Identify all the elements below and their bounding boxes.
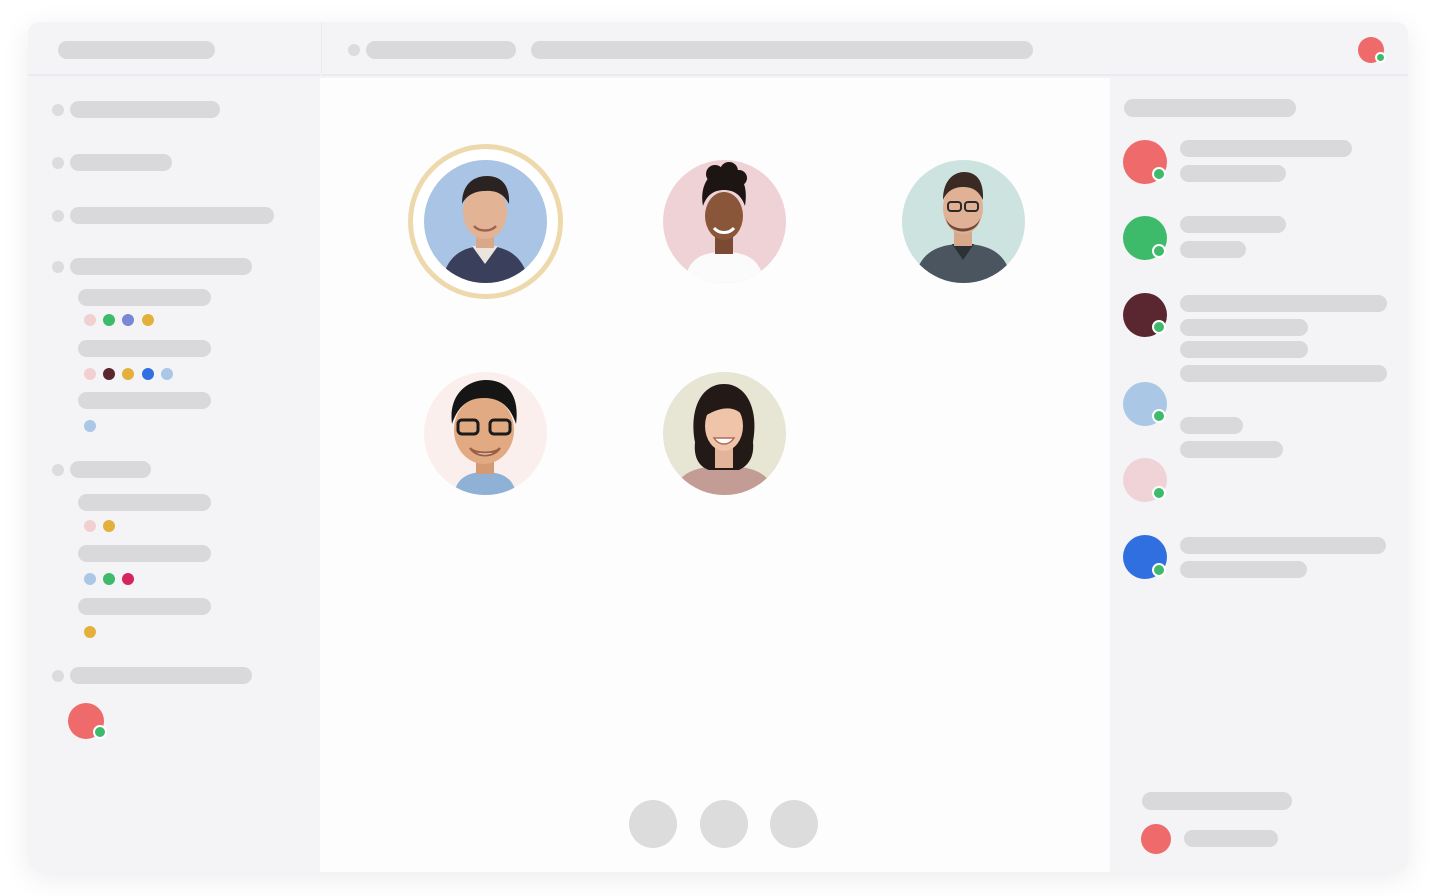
member-dot [142, 368, 154, 380]
member-status-text [1180, 319, 1308, 336]
panel-title [1124, 99, 1296, 117]
top-bar [321, 22, 1408, 76]
member-dot [161, 368, 173, 380]
sidebar-item-label [70, 101, 220, 118]
member-name [1180, 537, 1386, 554]
footer-name [1184, 830, 1278, 847]
workspace-name[interactable] [58, 41, 215, 59]
sidebar-bullet-icon [52, 670, 64, 682]
sidebar-bullet-icon [52, 261, 64, 273]
app-window [28, 22, 1408, 872]
camera-button[interactable] [700, 800, 748, 848]
online-status-icon [1152, 486, 1166, 500]
member-dot [84, 368, 96, 380]
section-label [70, 258, 252, 275]
member-dot [103, 314, 115, 326]
member-status-text [1180, 441, 1283, 458]
sidebar-bullet-icon [52, 210, 64, 222]
member-dot [84, 314, 96, 326]
participant-3-photo[interactable] [902, 160, 1025, 283]
member-dot [84, 420, 96, 432]
sidebar-bullet-icon [52, 157, 64, 169]
channel-label [78, 545, 211, 562]
member-name [1180, 417, 1243, 434]
member-dot [84, 626, 96, 638]
member-dot [122, 314, 134, 326]
member-status-text [1180, 561, 1307, 578]
sidebar-header [28, 22, 320, 76]
member-status-text [1180, 165, 1286, 182]
online-status-icon [1152, 167, 1166, 181]
member-dot [103, 368, 115, 380]
participant-5-photo[interactable] [663, 372, 786, 495]
sidebar-item-label [70, 154, 172, 171]
panel-footer-label [1142, 792, 1292, 810]
online-status-icon [1152, 320, 1166, 334]
member-status-text [1180, 341, 1308, 358]
sidebar-item-label [70, 207, 274, 224]
member-dot [103, 573, 115, 585]
section-label [70, 461, 151, 478]
member-dot [142, 314, 154, 326]
section-label [70, 667, 252, 684]
online-status-icon [1152, 244, 1166, 258]
member-dot [84, 573, 96, 585]
participant-2-photo[interactable] [663, 160, 786, 283]
online-status-icon [1375, 52, 1386, 63]
room-bullet-icon [348, 44, 360, 56]
member-status-text [1180, 241, 1246, 258]
member-dot [122, 573, 134, 585]
online-status-icon [1152, 563, 1166, 577]
sidebar-bullet-icon [52, 464, 64, 476]
room-topic [531, 41, 1033, 59]
online-status-icon [1152, 409, 1166, 423]
leave-button[interactable] [770, 800, 818, 848]
member-name [1180, 216, 1286, 233]
members-panel [1110, 78, 1408, 872]
channel-label [78, 289, 211, 306]
footer-avatar[interactable] [1141, 824, 1171, 854]
room-name[interactable] [366, 41, 516, 59]
channel-label [78, 340, 211, 357]
channel-label [78, 494, 211, 511]
participant-1-photo[interactable] [424, 160, 547, 283]
participant-4-photo[interactable] [424, 372, 547, 495]
member-status-text [1180, 365, 1387, 382]
member-name [1180, 140, 1352, 157]
video-stage [320, 78, 1110, 872]
member-dot [103, 520, 115, 532]
member-dot [84, 520, 96, 532]
member-name [1180, 295, 1387, 312]
channel-label [78, 392, 211, 409]
member-dot [122, 368, 134, 380]
sidebar-bullet-icon [52, 104, 64, 116]
online-status-icon [93, 725, 107, 739]
sidebar [28, 22, 320, 872]
mic-button[interactable] [629, 800, 677, 848]
channel-label [78, 598, 211, 615]
